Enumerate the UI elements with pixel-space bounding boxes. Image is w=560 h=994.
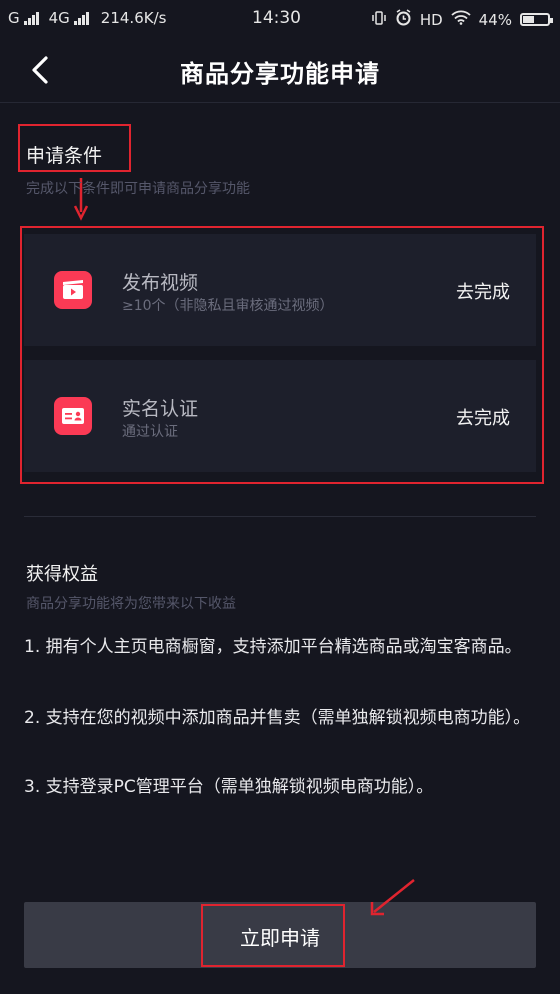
benefit-item: 1. 拥有个人主页电商橱窗，支持添加平台精选商品或淘宝客商品。 <box>24 637 522 657</box>
condition-title: 发布视频 <box>122 272 199 294</box>
page-title: 商品分享功能申请 <box>180 60 380 88</box>
benefits-title: 获得权益 <box>26 564 98 585</box>
battery-percent: 44% <box>478 10 512 29</box>
header: 商品分享功能申请 <box>0 38 560 103</box>
vibrate-icon <box>371 10 387 30</box>
video-clapper-icon <box>54 271 92 309</box>
alarm-icon <box>395 9 412 30</box>
carrier-label: G <box>8 9 20 27</box>
divider <box>24 516 536 517</box>
hd-label: HD <box>419 10 443 29</box>
annotation-box-apply <box>201 904 345 967</box>
status-left: G 4G 214.6K/s <box>8 9 166 27</box>
condition-subtitle: ≥10个（非隐私且审核通过视频） <box>122 298 334 314</box>
conditions-title: 申请条件 <box>26 145 103 167</box>
condition-subtitle: 通过认证 <box>122 424 178 440</box>
conditions-subtitle: 完成以下条件即可申请商品分享功能 <box>26 181 250 197</box>
status-bar: G 4G 214.6K/s 14:30 HD 44% <box>0 0 560 38</box>
wifi-icon <box>451 10 471 29</box>
condition-title: 实名认证 <box>122 398 199 420</box>
condition-card-video[interactable]: 发布视频 ≥10个（非隐私且审核通过视频） 去完成 <box>24 234 536 346</box>
id-card-icon <box>54 397 92 435</box>
complete-button[interactable]: 去完成 <box>456 404 510 430</box>
network-label: 4G <box>48 9 70 27</box>
signal-icon <box>23 11 39 25</box>
battery-icon <box>520 13 553 26</box>
status-right: HD 44% <box>371 9 553 30</box>
condition-card-realname[interactable]: 实名认证 通过认证 去完成 <box>24 360 536 472</box>
signal-icon-2 <box>73 11 89 25</box>
benefits-subtitle: 商品分享功能将为您带来以下收益 <box>26 596 236 612</box>
network-speed: 214.6K/s <box>100 9 167 27</box>
annotation-arrow-apply <box>370 879 415 916</box>
status-time: 14:30 <box>252 8 301 28</box>
benefit-item: 3. 支持登录PC管理平台（需单独解锁视频电商功能）。 <box>24 777 434 797</box>
benefit-item: 2. 支持在您的视频中添加商品并售卖（需单独解锁视频电商功能）。 <box>24 708 531 728</box>
complete-button[interactable]: 去完成 <box>456 278 510 304</box>
